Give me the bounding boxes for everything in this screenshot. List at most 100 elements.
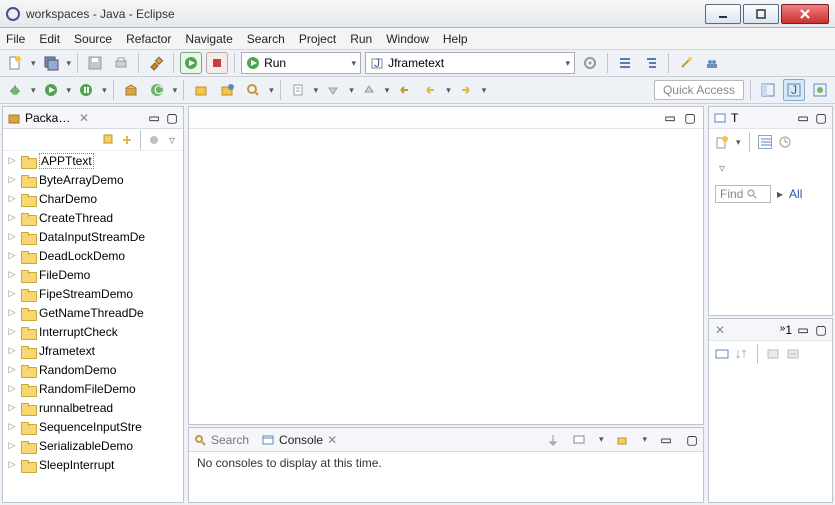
close-view-icon[interactable]: ✕: [77, 111, 91, 125]
search-icon[interactable]: [242, 79, 264, 101]
dropdown-arrow-icon[interactable]: ▾: [314, 85, 319, 96]
project-item[interactable]: ▷SleepInterrupt: [3, 455, 183, 474]
save-all-icon[interactable]: [40, 52, 62, 74]
maximize-view-icon[interactable]: ▢: [165, 111, 179, 125]
java-perspective-icon[interactable]: J: [783, 79, 805, 101]
coverage-icon[interactable]: [75, 79, 97, 101]
menu-project[interactable]: Project: [299, 32, 336, 46]
open-type-icon[interactable]: [190, 79, 212, 101]
minimize-view-icon[interactable]: ▭: [796, 111, 810, 125]
dropdown-arrow-icon[interactable]: ▾: [102, 85, 107, 96]
menu-refactor[interactable]: Refactor: [126, 32, 171, 46]
wand-icon[interactable]: [675, 52, 697, 74]
new-class-icon[interactable]: C: [146, 79, 168, 101]
new-task-icon[interactable]: [715, 135, 729, 149]
open-perspective-icon[interactable]: [757, 79, 779, 101]
outline-icon[interactable]: [614, 52, 636, 74]
minimize-view-icon[interactable]: ▭: [659, 433, 673, 447]
categorized-icon[interactable]: [758, 135, 772, 149]
open-console-icon[interactable]: [615, 433, 629, 447]
expand-arrow-icon[interactable]: ▷: [7, 269, 17, 280]
minimize-view-icon[interactable]: ▭: [796, 323, 810, 337]
new-icon[interactable]: [4, 52, 26, 74]
project-item[interactable]: ▷ByteArrayDemo: [3, 170, 183, 189]
dropdown-arrow-icon[interactable]: ▾: [642, 434, 647, 445]
menu-run[interactable]: Run: [350, 32, 372, 46]
view-menu-icon[interactable]: ▿: [715, 161, 729, 175]
overflow-indicator[interactable]: »1: [780, 323, 792, 337]
expand-arrow-icon[interactable]: ▷: [7, 364, 17, 375]
expand-all-icon[interactable]: ▸: [777, 187, 783, 201]
focus-task-icon[interactable]: [147, 133, 161, 147]
expand-arrow-icon[interactable]: ▷: [7, 326, 17, 337]
menu-help[interactable]: Help: [443, 32, 468, 46]
project-item[interactable]: ▷DataInputStreamDe: [3, 227, 183, 246]
project-item[interactable]: ▷RandomFileDemo: [3, 379, 183, 398]
menu-edit[interactable]: Edit: [39, 32, 60, 46]
project-item[interactable]: ▷FipeStreamDemo: [3, 284, 183, 303]
expand-arrow-icon[interactable]: ▷: [7, 212, 17, 223]
forward-icon[interactable]: [455, 79, 477, 101]
prev-annotation-icon[interactable]: [358, 79, 380, 101]
collapse-all-icon[interactable]: [102, 133, 116, 147]
project-item[interactable]: ▷runnalbetread: [3, 398, 183, 417]
project-item[interactable]: ▷FileDemo: [3, 265, 183, 284]
minimize-button[interactable]: [705, 4, 741, 24]
maximize-editor-icon[interactable]: ▢: [683, 111, 697, 125]
menu-window[interactable]: Window: [386, 32, 429, 46]
close-view-icon[interactable]: ✕: [713, 323, 727, 337]
print-icon[interactable]: [110, 52, 132, 74]
menu-source[interactable]: Source: [74, 32, 112, 46]
dropdown-arrow-icon[interactable]: ▾: [385, 85, 390, 96]
find-field[interactable]: Find: [715, 185, 771, 203]
open-task-icon[interactable]: [216, 79, 238, 101]
project-item[interactable]: ▷SequenceInputStre: [3, 417, 183, 436]
save-icon[interactable]: [84, 52, 106, 74]
project-item[interactable]: ▷CharDemo: [3, 189, 183, 208]
expand-arrow-icon[interactable]: ▷: [7, 174, 17, 185]
dropdown-arrow-icon[interactable]: ▾: [736, 137, 741, 148]
expand-arrow-icon[interactable]: ▷: [7, 155, 17, 166]
project-item[interactable]: ▷RandomDemo: [3, 360, 183, 379]
run-dropdown-icon[interactable]: [40, 79, 62, 101]
project-item[interactable]: ▷APPTtext: [3, 151, 183, 170]
maximize-button[interactable]: [743, 4, 779, 24]
dropdown-arrow-icon[interactable]: ▾: [349, 85, 354, 96]
menu-navigate[interactable]: Navigate: [185, 32, 232, 46]
project-item[interactable]: ▷GetNameThreadDe: [3, 303, 183, 322]
menu-search[interactable]: Search: [247, 32, 285, 46]
tab-search[interactable]: Search: [193, 433, 249, 447]
next-annotation-icon[interactable]: [322, 79, 344, 101]
expand-arrow-icon[interactable]: ▷: [7, 440, 17, 451]
expand-arrow-icon[interactable]: ▷: [7, 421, 17, 432]
scheduled-icon[interactable]: [778, 135, 792, 149]
run-target-select[interactable]: Run ▾: [241, 52, 361, 74]
dropdown-arrow-icon[interactable]: ▾: [599, 434, 604, 445]
project-tree[interactable]: ▷APPTtext▷ByteArrayDemo▷CharDemo▷CreateT…: [3, 151, 183, 502]
dropdown-arrow-icon[interactable]: ▾: [173, 85, 178, 96]
new-package-icon[interactable]: [120, 79, 142, 101]
dropdown-arrow-icon[interactable]: ▾: [269, 85, 274, 96]
tab-console[interactable]: Console ✕: [261, 433, 337, 447]
pin-console-icon[interactable]: [546, 433, 560, 447]
close-tab-icon[interactable]: ✕: [327, 433, 337, 447]
debug-icon[interactable]: [4, 79, 26, 101]
close-button[interactable]: [781, 4, 829, 24]
expand-arrow-icon[interactable]: ▷: [7, 459, 17, 470]
build-icon[interactable]: [145, 52, 167, 74]
view-menu-icon[interactable]: ▿: [165, 133, 179, 147]
display-icon[interactable]: [715, 347, 729, 361]
maximize-view-icon[interactable]: ▢: [814, 323, 828, 337]
launch-config-select[interactable]: J Jframetext ▾: [365, 52, 575, 74]
dropdown-arrow-icon[interactable]: ▾: [482, 85, 487, 96]
minimize-editor-icon[interactable]: ▭: [663, 111, 677, 125]
link-editor-icon[interactable]: [120, 133, 134, 147]
quick-access-field[interactable]: Quick Access: [654, 80, 744, 100]
project-item[interactable]: ▷Jframetext: [3, 341, 183, 360]
project-item[interactable]: ▷DeadLockDemo: [3, 246, 183, 265]
task-icon[interactable]: [640, 52, 662, 74]
menu-file[interactable]: File: [6, 32, 25, 46]
expand-arrow-icon[interactable]: ▷: [7, 307, 17, 318]
expand-arrow-icon[interactable]: ▷: [7, 231, 17, 242]
expand-arrow-icon[interactable]: ▷: [7, 288, 17, 299]
